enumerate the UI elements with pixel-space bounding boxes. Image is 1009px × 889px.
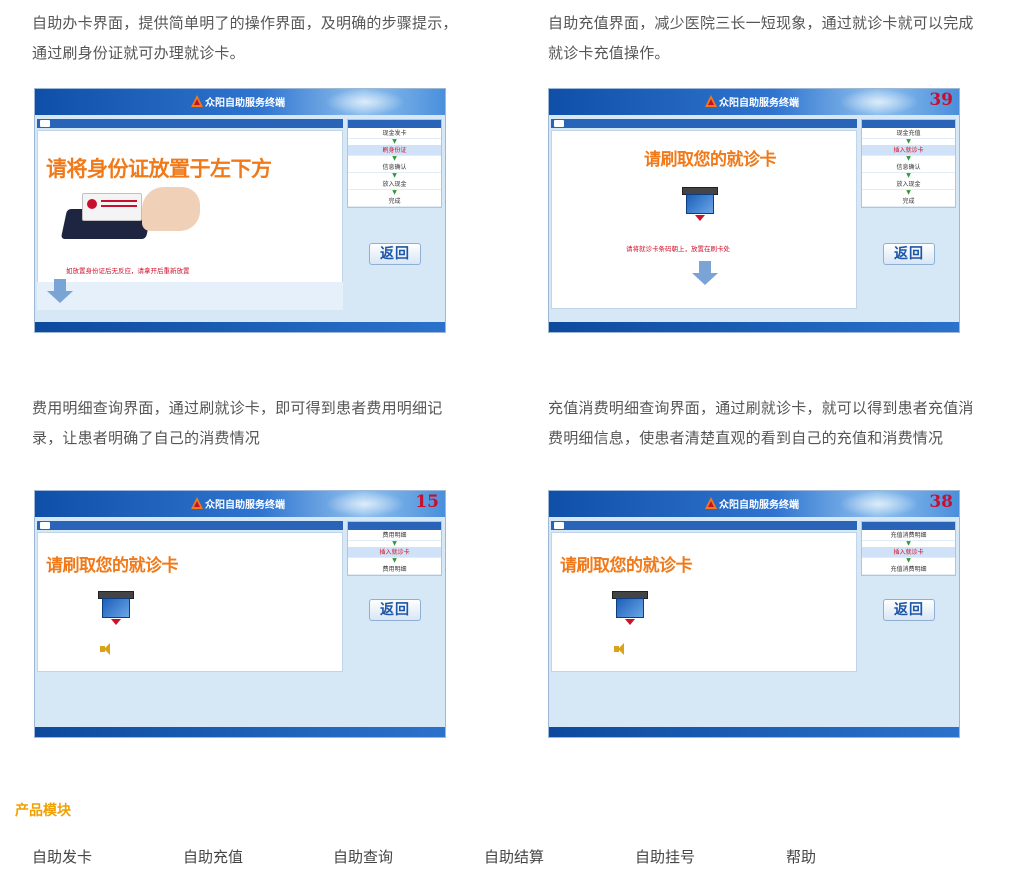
terminal-footer (549, 322, 959, 332)
terminal-title: 众阳自助服务终端 (719, 500, 799, 511)
speaker-icon (100, 643, 114, 655)
countdown: 38 (929, 492, 953, 512)
prompt-text: 请刷取您的就诊卡 (644, 150, 777, 170)
back-button[interactable]: 返回 (883, 243, 935, 265)
speaker-icon (614, 643, 628, 655)
arrow-down-icon (47, 279, 73, 305)
home-icon (40, 522, 50, 529)
step-list: 充值消费明细 ▼ 插入就诊卡 ▼ 充值消费明细 (861, 521, 956, 576)
step-item: 充值消费明细 (862, 564, 955, 575)
section-title-product-modules: 产品模块 (15, 803, 71, 819)
breadcrumb (551, 119, 857, 128)
arrow-down-icon (692, 261, 718, 287)
description-recharge: 自助充值界面，减少医院三长一短现象，通过就诊卡就可以完成就诊卡充值操作。 (548, 14, 974, 62)
step-item: 完成 (348, 196, 441, 207)
card-reader-icon (682, 187, 718, 223)
prompt-text: 请刷取您的就诊卡 (46, 556, 179, 576)
module-link-query[interactable]: 自助查询 (333, 846, 393, 867)
terminal-footer (35, 727, 445, 737)
home-icon (554, 120, 564, 127)
terminal-title: 众阳自助服务终端 (719, 98, 799, 109)
module-link-help[interactable]: 帮助 (786, 846, 816, 867)
step-list: 现金充值 ▼ 插入就诊卡 ▼ 信息确认 ▼ 放入现金 ▼ 完成 (861, 119, 956, 208)
prompt-text: 请将身份证放置于左下方 (46, 157, 272, 181)
step-list: 费用明细 ▼ 插入就诊卡 ▼ 费用明细 (347, 521, 442, 576)
prompt-text: 请刷取您的就诊卡 (560, 556, 693, 576)
card-reader-icon (98, 591, 134, 627)
back-button[interactable]: 返回 (883, 599, 935, 621)
card-reader-icon (612, 591, 648, 627)
description-recharge-expense-query: 充值消费明细查询界面，通过刷就诊卡，就可以得到患者充值消费明细信息，使患者清楚直… (548, 399, 974, 447)
terminal-title: 众阳自助服务终端 (205, 98, 285, 109)
main-panel: 请刷取您的就诊卡 请将就诊卡条码朝上，放置在刷卡处 (551, 130, 857, 309)
terminal-header: 众阳自助服务终端 39 (549, 89, 959, 115)
home-icon (554, 522, 564, 529)
hint-text: 请将就诊卡条码朝上，放置在刷卡处 (626, 245, 730, 253)
back-button[interactable]: 返回 (369, 243, 421, 265)
terminal-title: 众阳自助服务终端 (205, 500, 285, 511)
terminal-header: 众阳自助服务终端 15 (35, 491, 445, 517)
home-icon (40, 120, 50, 127)
back-button[interactable]: 返回 (369, 599, 421, 621)
module-link-settlement[interactable]: 自助结算 (484, 846, 544, 867)
screenshot-recharge: 众阳自助服务终端 39 请刷取您的就诊卡 请将就诊卡条码朝上，放置在刷卡处 现金… (548, 88, 960, 333)
module-link-recharge[interactable]: 自助充值 (183, 846, 243, 867)
main-panel: 请刷取您的就诊卡 (37, 532, 343, 672)
step-item: 费用明细 (348, 564, 441, 575)
logo-icon (705, 95, 717, 107)
screenshot-expense-query: 众阳自助服务终端 15 请刷取您的就诊卡 费用明细 ▼ 插入就诊卡 ▼ 费用明细… (34, 490, 446, 738)
terminal-header: 众阳自助服务终端 (35, 89, 445, 115)
description-card-issuing: 自助办卡界面，提供简单明了的操作界面，及明确的步骤提示，通过刷身份证就可办理就诊… (32, 14, 458, 62)
screenshot-card-issuing: 众阳自助服务终端 请将身份证放置于左下方 如放置身份证后无反应，请拿开后重新放置… (34, 88, 446, 333)
logo-icon (191, 95, 203, 107)
screenshot-recharge-expense-query: 众阳自助服务终端 38 请刷取您的就诊卡 充值消费明细 ▼ 插入就诊卡 ▼ 充值… (548, 490, 960, 738)
logo-icon (191, 497, 203, 509)
countdown: 39 (929, 90, 953, 110)
terminal-footer (549, 727, 959, 737)
countdown: 15 (415, 492, 439, 512)
hint-text: 如放置身份证后无反应，请拿开后重新放置 (66, 267, 190, 275)
module-link-registration[interactable]: 自助挂号 (635, 846, 695, 867)
logo-icon (705, 497, 717, 509)
description-expense-query: 费用明细查询界面，通过刷就诊卡，即可得到患者费用明细记录，让患者明确了自己的消费… (32, 399, 443, 447)
module-link-card-issuing[interactable]: 自助发卡 (32, 846, 92, 867)
breadcrumb (37, 119, 343, 128)
step-item: 完成 (862, 196, 955, 207)
panel-footer (37, 282, 343, 310)
breadcrumb (551, 521, 857, 530)
breadcrumb (37, 521, 343, 530)
step-list: 现金发卡 ▼ 刷身份证 ▼ 信息确认 ▼ 放入现金 ▼ 完成 (347, 119, 442, 208)
main-panel: 请刷取您的就诊卡 (551, 532, 857, 672)
terminal-footer (35, 322, 445, 332)
id-card-illustration (60, 187, 214, 247)
terminal-header: 众阳自助服务终端 38 (549, 491, 959, 517)
